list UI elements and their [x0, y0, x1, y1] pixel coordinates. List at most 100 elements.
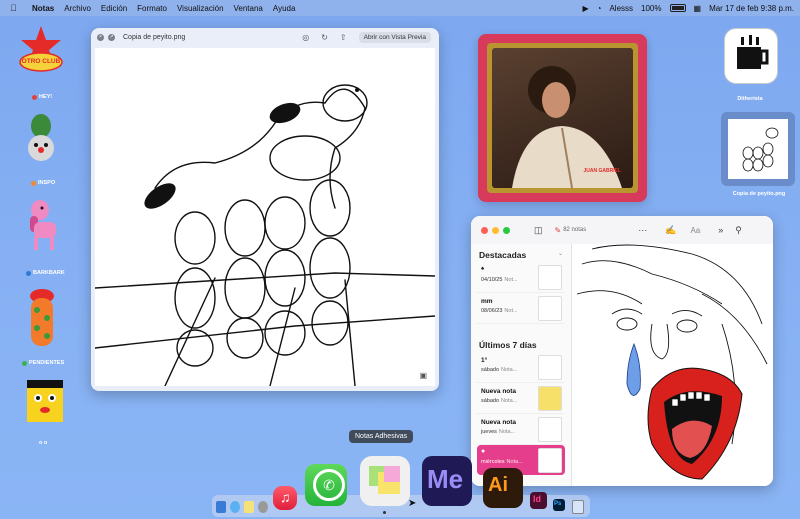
note-thumbnail: [538, 386, 562, 411]
trash-icon[interactable]: [572, 500, 584, 514]
yellow-face-sticker[interactable]: [25, 376, 65, 424]
ditherista-app-icon[interactable]: [724, 28, 778, 84]
section-destacadas[interactable]: Destacadas: [471, 244, 534, 262]
folder-barkbark-dot: [26, 270, 31, 276]
compose-icon[interactable]: ✍: [665, 225, 676, 236]
markup-icon[interactable]: ◎: [302, 33, 309, 42]
settings-icon[interactable]: [258, 501, 268, 513]
note-date: 04/10/25 Not...: [481, 277, 518, 283]
more-options-icon[interactable]: ⋯: [638, 225, 647, 236]
whatsapp-app-icon[interactable]: ✆: [305, 464, 347, 506]
battery-percent: 100%: [641, 3, 662, 13]
media-encoder-app-icon[interactable]: Me: [422, 456, 472, 506]
play-icon[interactable]: ▶: [582, 4, 588, 13]
sidebar-toggle-icon[interactable]: ◫: [534, 225, 543, 236]
ditherista-label: Ditherista: [737, 96, 763, 102]
close-icon[interactable]: ×: [97, 33, 104, 41]
note-date: sábado Nota...: [481, 398, 518, 404]
quicklook-title: Copia de peyito.png: [123, 33, 186, 41]
folder-inspo[interactable]: INSPO: [31, 180, 55, 186]
wifi-icon[interactable]: ◔: [597, 4, 602, 13]
album-caption: JUAN GABRIEL: [583, 168, 621, 174]
dock-tooltip: Notas Adhesivas: [349, 430, 414, 443]
whatsapp-phone-icon: ✆: [313, 469, 345, 501]
note-content-canvas[interactable]: [572, 244, 773, 486]
note-row[interactable]: mm 08/06/23 Not...: [477, 293, 565, 324]
photo-widget[interactable]: JUAN GABRIEL: [478, 34, 647, 202]
menu-bar:  Notas Archivo Edición Formato Visualiz…: [0, 0, 800, 16]
file-icon-copia-peyito[interactable]: [721, 112, 795, 186]
pink-dog-sticker[interactable]: [22, 196, 66, 256]
menu-clock[interactable]: Mar 17 de feb 9:38 p.m.: [709, 4, 794, 13]
quicklook-titlebar: × ↗ Copia de peyito.png ◎ ↻ ⇧ Abrir con …: [91, 28, 439, 46]
notes-toolbar: ◫ ✎ 82 notas ⋯ ✍ Aa » ⚲: [471, 216, 773, 245]
minimize-window-button[interactable]: [492, 226, 499, 234]
note-row[interactable]: ♠ 04/10/25 Not...: [477, 262, 565, 293]
notes-window: ◫ ✎ 82 notas ⋯ ✍ Aa » ⚲ Destacadas ⌄ ♠ 0…: [471, 216, 773, 486]
fullscreen-icon[interactable]: ↗: [108, 33, 115, 41]
section-ultimos-7-dias[interactable]: Últimos 7 días: [471, 334, 571, 352]
face-drawing: [576, 244, 768, 480]
note-row[interactable]: 1° sábado Nota...: [477, 352, 565, 383]
expand-icon[interactable]: ▣: [419, 371, 427, 380]
stickies-app-icon[interactable]: [360, 456, 410, 506]
music-note-icon: ♫: [280, 489, 291, 505]
photoshop-app-icon[interactable]: Ps: [553, 499, 565, 511]
folder-pendientes-label: PENDIENTES: [29, 360, 65, 366]
clown-sticker[interactable]: [26, 110, 56, 166]
share-icon[interactable]: ⇧: [340, 33, 347, 42]
folder-pendientes-dot: [22, 360, 27, 366]
file-thumbnail: [728, 119, 788, 179]
menu-edicion[interactable]: Edición: [101, 4, 127, 13]
note-thumbnail: [538, 296, 562, 321]
rotate-icon[interactable]: ↻: [321, 33, 328, 42]
menu-ayuda[interactable]: Ayuda: [273, 4, 296, 13]
note-title: mm: [481, 298, 493, 305]
photo-frame: JUAN GABRIEL: [487, 43, 638, 193]
zoom-window-button[interactable]: [503, 226, 510, 234]
note-thumbnail: [538, 355, 562, 380]
music-app-icon[interactable]: ♫: [273, 486, 297, 510]
indesign-logo: Id: [533, 494, 541, 504]
folder-hey[interactable]: HEY!: [32, 94, 52, 100]
safari-icon[interactable]: [230, 501, 240, 513]
file-label: Copia de peyito.png: [732, 191, 786, 197]
note-date: sábado Nota...: [481, 367, 518, 373]
pencil-icon: ✎: [554, 225, 562, 235]
folder-pendientes[interactable]: PENDIENTES: [22, 360, 64, 366]
chevron-down-icon[interactable]: ⌄: [558, 250, 563, 257]
note-title: Nueva nota: [481, 388, 517, 395]
expand-toolbar-icon[interactable]: »: [718, 225, 723, 235]
menu-archivo[interactable]: Archivo: [64, 4, 91, 13]
folder-barkbark[interactable]: BARKBARK: [26, 270, 65, 276]
battery-icon[interactable]: [669, 4, 686, 12]
menu-visualizacion[interactable]: Visualización: [177, 4, 224, 13]
note-thumbnail: [538, 448, 562, 473]
otro-club-sticker[interactable]: OTRO CLUB: [18, 24, 64, 76]
search-icon[interactable]: ⚲: [735, 225, 742, 236]
note-emoji-icon: ●: [481, 448, 486, 455]
note-row[interactable]: Nueva nota jueves Nota...: [477, 414, 565, 445]
sticky-pink: [384, 466, 400, 482]
format-button[interactable]: Aa: [690, 226, 700, 235]
quicklook-image: ▣: [94, 48, 436, 387]
finder-icon[interactable]: [216, 501, 226, 513]
control-center-icon[interactable]: ▦: [694, 4, 702, 13]
menu-app-name[interactable]: Notas: [32, 4, 54, 13]
menu-formato[interactable]: Formato: [137, 4, 167, 13]
open-with-preview-button[interactable]: Abrir con Vista Previa: [358, 31, 431, 43]
indesign-app-icon[interactable]: Id: [530, 492, 547, 509]
notes-count: 82 notas: [563, 227, 587, 233]
bottom-desktop-label[interactable]: o o: [39, 440, 47, 446]
orange-creature-sticker[interactable]: [25, 286, 59, 348]
apple-icon[interactable]: : [10, 3, 22, 13]
otro-club-label: OTRO CLUB: [21, 58, 61, 65]
illustrator-app-icon[interactable]: Ai: [483, 468, 523, 508]
note-row[interactable]: Nueva nota sábado Nota...: [477, 383, 565, 414]
menu-ventana[interactable]: Ventana: [234, 4, 263, 13]
notes-icon[interactable]: [244, 501, 254, 513]
photoshop-logo: Ps: [554, 501, 562, 507]
close-window-button[interactable]: [481, 226, 488, 234]
folder-barkbark-label: BARKBARK: [33, 270, 65, 276]
menu-user[interactable]: Alesss: [609, 4, 633, 13]
